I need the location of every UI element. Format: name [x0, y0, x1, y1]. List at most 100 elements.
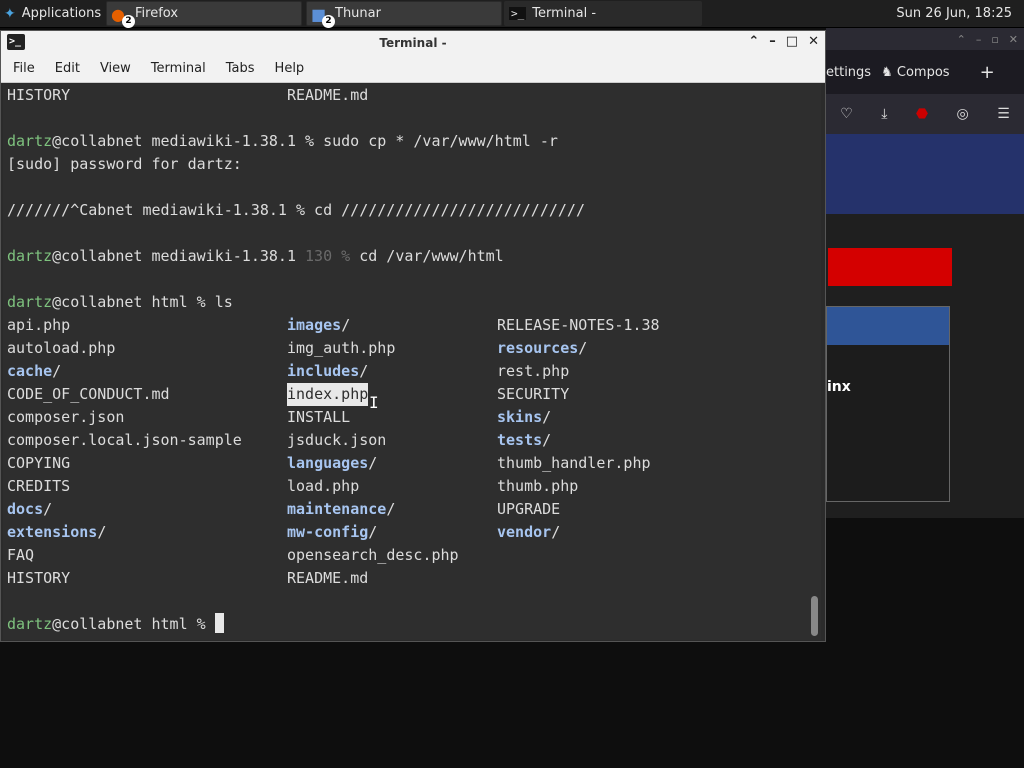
taskbar-terminal-label: Terminal -: [532, 6, 597, 21]
ls-entry: img_auth.php: [287, 339, 396, 357]
page-red-bar: [828, 248, 952, 286]
page-panel-header: [827, 307, 949, 345]
ls-entry: includes/: [287, 362, 369, 380]
ls-entry: RELEASE-NOTES-1.38: [497, 316, 660, 334]
ls-entry: FAQ: [7, 546, 35, 564]
ls-entry: tests/: [497, 431, 552, 449]
menu-view[interactable]: View: [90, 61, 141, 76]
ls-entry: CODE_OF_CONDUCT.md: [7, 385, 170, 403]
terminal-window: >_ Terminal - ⌃ – □ ✕ File Edit View Ter…: [0, 30, 826, 642]
page-panel: inx: [826, 306, 950, 502]
firefox-page-content: inx: [826, 134, 1024, 518]
clock[interactable]: Sun 26 Jun, 18:25: [896, 6, 1012, 21]
prompt-line: dartz@collabnet mediawiki-1.38.1 % sudo …: [7, 132, 558, 150]
ls-entry: docs/: [7, 500, 53, 518]
chevron-up-icon[interactable]: ⌃: [748, 34, 759, 49]
folder-icon: ■ 2: [311, 5, 335, 28]
ls-row: CREDITS load.php thumb.php: [7, 475, 809, 498]
ls-entry: composer.local.json-sample: [7, 431, 242, 449]
ls-row: composer.local.json-sample jsduck.json tes…: [7, 429, 809, 452]
ublock-icon[interactable]: ⬣: [916, 106, 928, 122]
menu-edit[interactable]: Edit: [45, 61, 90, 76]
puppet-icon: ♞: [881, 64, 897, 80]
ls-row: cache/includes/rest.php: [7, 360, 809, 383]
ls-row: HISTORY README.md: [7, 567, 809, 590]
menu-help[interactable]: Help: [265, 61, 315, 76]
menu-terminal[interactable]: Terminal: [141, 61, 216, 76]
ls-row: autoload.php img_auth.php resources/: [7, 337, 809, 360]
ls-listing: api.php images/RELEASE-NOTES-1.38 autoload…: [7, 314, 809, 590]
firefox-icon: ● 2: [111, 5, 135, 28]
prompt-line: dartz@collabnet html % ls: [7, 293, 233, 311]
ls-entry: jsduck.json: [287, 431, 387, 449]
menu-tabs[interactable]: Tabs: [216, 61, 265, 76]
tab-settings[interactable]: ettings: [826, 65, 871, 80]
taskbar-terminal[interactable]: >_ Terminal -: [504, 1, 702, 26]
prompt-line: dartz@collabnet html %: [7, 613, 809, 636]
ls-entry: opensearch_desc.php: [287, 546, 459, 564]
pocket-icon[interactable]: ♡: [840, 106, 853, 122]
output-line: HISTORY README.md: [7, 86, 369, 104]
text-cursor: [214, 613, 224, 633]
ls-entry: mw-config/: [287, 523, 378, 541]
ls-entry: vendor/: [497, 523, 561, 541]
taskbar-firefox[interactable]: ● 2 Firefox: [106, 1, 302, 28]
ls-entry: languages/: [287, 454, 378, 472]
ls-entry: load.php: [287, 477, 360, 495]
ls-entry: composer.json: [7, 408, 125, 426]
maximize-icon[interactable]: ▫: [991, 33, 998, 46]
scrollbar-thumb[interactable]: [811, 596, 818, 636]
ls-row: extensions/mw-config/vendor/: [7, 521, 809, 544]
ls-entry: index.php: [287, 383, 369, 406]
ls-entry: cache/: [7, 362, 62, 380]
page-banner: [826, 134, 1024, 214]
xfce-logo-icon: ✦: [4, 5, 16, 22]
top-panel: ✦ Applications ● 2 Firefox ■ 2 Thunar >_ T…: [0, 0, 1024, 28]
ls-entry: thumb.php: [497, 477, 579, 495]
prompt-line: dartz@collabnet mediawiki-1.38.1 130 % c…: [7, 247, 504, 265]
output-line: ///////^Cabnet mediawiki-1.38.1 % cd ///…: [7, 201, 585, 219]
taskbar-thunar[interactable]: ■ 2 Thunar: [306, 1, 502, 28]
firefox-window-background: ⌃ – ▫ ✕ ettings ♞ Compos + ♡ ⤓ ⬣ ◎ ☰ inx: [826, 28, 1024, 518]
menubar: File Edit View Terminal Tabs Help: [1, 55, 825, 83]
ls-entry: CREDITS: [7, 477, 71, 495]
download-icon[interactable]: ⤓: [881, 106, 887, 122]
terminal-output[interactable]: HISTORY README.md dartz@collabnet mediawi…: [3, 84, 809, 640]
taskbar-firefox-label: Firefox: [135, 6, 179, 21]
new-tab-icon[interactable]: +: [980, 62, 995, 83]
ls-row: COPYING languages/thumb_handler.php: [7, 452, 809, 475]
tab-compose[interactable]: ♞ Compos: [881, 65, 949, 80]
close-icon[interactable]: ✕: [1009, 33, 1018, 46]
minimize-icon[interactable]: –: [769, 34, 776, 49]
firefox-titlebar: ⌃ – ▫ ✕: [826, 28, 1024, 50]
ls-row: CODE_OF_CONDUCT.md index.php SECURITY: [7, 383, 809, 406]
extension-icon[interactable]: ◎: [957, 106, 969, 122]
ls-entry: thumb_handler.php: [497, 454, 651, 472]
terminal-icon: >_: [509, 7, 527, 20]
ls-row: docs/maintenance/UPGRADE: [7, 498, 809, 521]
terminal-titlebar[interactable]: >_ Terminal - ⌃ – □ ✕: [1, 31, 825, 55]
scrollbar[interactable]: [809, 84, 821, 640]
window-title: Terminal -: [379, 36, 447, 50]
ls-entry: COPYING: [7, 454, 71, 472]
minimize-icon[interactable]: –: [976, 33, 982, 46]
ls-entry: maintenance/: [287, 500, 396, 518]
ls-entry: SECURITY: [497, 385, 570, 403]
ls-entry: README.md: [287, 569, 369, 587]
chevron-up-icon[interactable]: ⌃: [957, 33, 966, 46]
ls-entry: HISTORY: [7, 569, 71, 587]
ls-entry: images/: [287, 316, 351, 334]
menu-file[interactable]: File: [3, 61, 45, 76]
ls-entry: rest.php: [497, 362, 570, 380]
taskbar-thunar-label: Thunar: [335, 6, 381, 21]
window-controls: ⌃ – □ ✕: [748, 34, 819, 49]
maximize-icon[interactable]: □: [786, 34, 798, 49]
ls-entry: resources/: [497, 339, 588, 357]
applications-menu-button[interactable]: ✦ Applications: [0, 1, 104, 26]
ls-entry: autoload.php: [7, 339, 116, 357]
close-icon[interactable]: ✕: [808, 34, 819, 49]
hamburger-menu-icon[interactable]: ☰: [997, 106, 1010, 122]
